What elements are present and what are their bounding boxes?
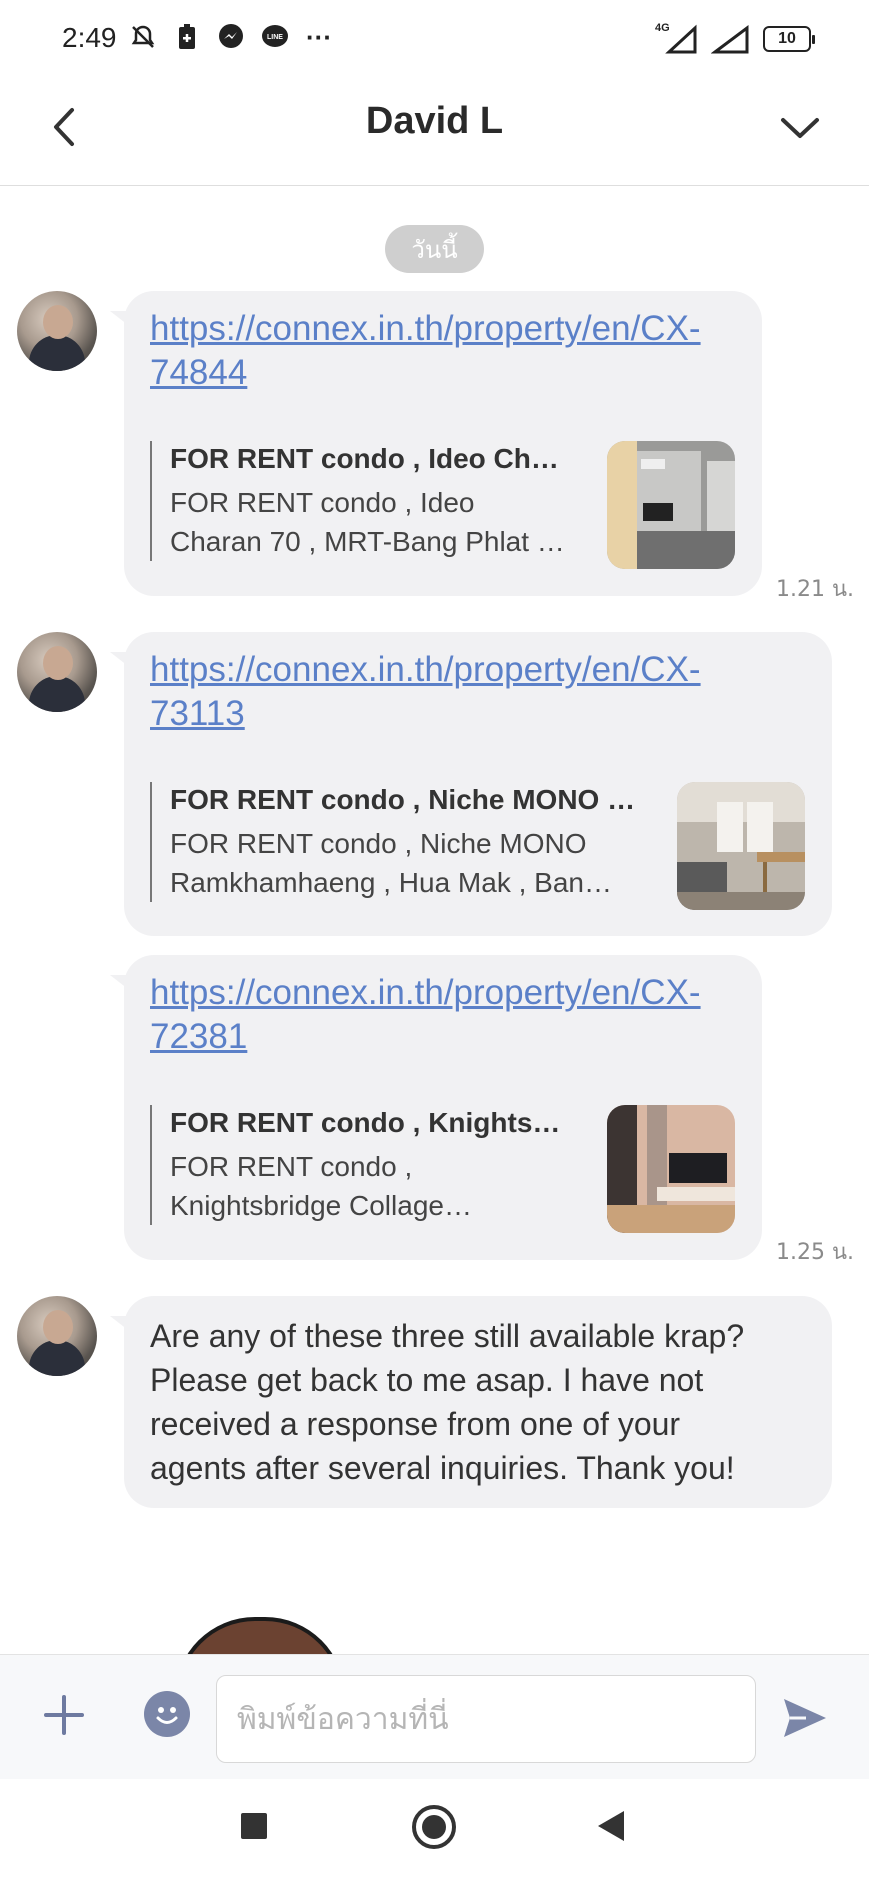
message-link[interactable]: https://connex.in.th/property/en/CX- 731… bbox=[150, 648, 701, 736]
preview-thumbnail[interactable] bbox=[607, 1105, 735, 1233]
preview-thumbnail[interactable] bbox=[607, 441, 735, 569]
message-input-bar: พิมพ์ข้อความที่นี่ bbox=[0, 1654, 869, 1779]
nav-back-icon[interactable] bbox=[598, 1811, 624, 1841]
chat-title: David L bbox=[365, 100, 504, 142]
chevron-down-icon[interactable] bbox=[775, 104, 825, 154]
message-time: 1.21 น. bbox=[776, 577, 855, 602]
signal-icon bbox=[710, 24, 751, 54]
line-icon: LINE bbox=[260, 22, 290, 52]
send-icon[interactable] bbox=[780, 1693, 830, 1743]
link-preview[interactable]: FOR RENT condo , Knightsb… FOR RENT cond… bbox=[150, 1105, 570, 1225]
preview-title: FOR RENT condo , Niche MONO … bbox=[170, 784, 636, 815]
preview-description: FOR RENT condo , Niche MONO Ramkhamhaeng… bbox=[170, 828, 612, 898]
preview-title: FOR RENT condo , Ideo Cha… bbox=[170, 443, 570, 474]
home-icon[interactable] bbox=[412, 1805, 456, 1849]
signal-4g-icon: 4G bbox=[655, 22, 699, 54]
link-message-bubble[interactable]: https://connex.in.th/property/en/CX- 731… bbox=[110, 632, 832, 936]
plus-icon[interactable] bbox=[42, 1693, 86, 1737]
message-link[interactable]: https://connex.in.th/property/en/CX- 748… bbox=[150, 307, 701, 395]
mute-bell-icon bbox=[128, 22, 158, 52]
more-notifications-icon: ··· bbox=[306, 21, 332, 52]
messenger-icon bbox=[216, 22, 246, 52]
system-nav-bar bbox=[0, 1779, 869, 1883]
status-bar: 2:49 LINE ··· 4G 10 bbox=[0, 0, 869, 78]
preview-thumbnail[interactable] bbox=[677, 782, 805, 910]
system-status-icons: 4G 10 bbox=[655, 22, 815, 54]
preview-description: FOR RENT condo , Knightsbridge Collage… bbox=[170, 1151, 472, 1221]
notification-icons: LINE ··· bbox=[128, 22, 334, 52]
link-preview[interactable]: FOR RENT condo , Niche MONO … FOR RENT c… bbox=[150, 782, 640, 902]
link-message-bubble[interactable]: https://connex.in.th/property/en/CX- 748… bbox=[110, 291, 762, 596]
preview-description: FOR RENT condo , Ideo Charan 70 , MRT-Ba… bbox=[170, 487, 565, 557]
status-time: 2:49 bbox=[62, 22, 117, 53]
avatar[interactable] bbox=[17, 1296, 97, 1376]
preview-title: FOR RENT condo , Knightsb… bbox=[170, 1107, 570, 1138]
battery-icon: 10 bbox=[763, 26, 815, 52]
date-divider: วันนี้ bbox=[385, 225, 484, 273]
chat-header: David L bbox=[0, 78, 869, 186]
avatar[interactable] bbox=[17, 632, 97, 712]
message-link[interactable]: https://connex.in.th/property/en/CX- 723… bbox=[150, 971, 701, 1059]
emoji-icon[interactable] bbox=[144, 1691, 190, 1737]
avatar[interactable] bbox=[17, 291, 97, 371]
message-input[interactable]: พิมพ์ข้อความที่นี่ bbox=[216, 1675, 756, 1763]
message-time: 1.25 น. bbox=[776, 1240, 855, 1265]
text-message-bubble[interactable]: Are any of these three still available k… bbox=[110, 1296, 832, 1508]
link-message-bubble[interactable]: https://connex.in.th/property/en/CX- 723… bbox=[110, 955, 762, 1260]
recents-icon[interactable] bbox=[241, 1813, 267, 1839]
link-preview[interactable]: FOR RENT condo , Ideo Cha… FOR RENT cond… bbox=[150, 441, 570, 561]
svg-text:LINE: LINE bbox=[267, 34, 283, 41]
battery-saver-icon bbox=[172, 22, 202, 52]
message-text: Are any of these three still available k… bbox=[150, 1318, 745, 1486]
